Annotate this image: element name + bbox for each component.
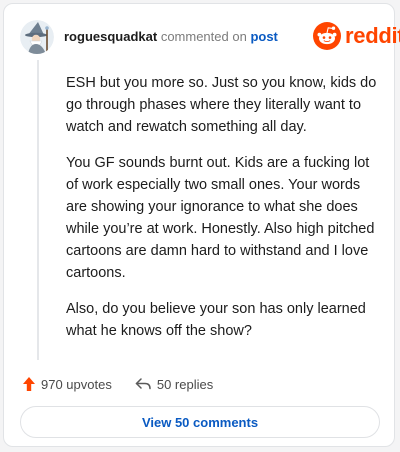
reply-count: 50 replies [156,376,214,392]
reddit-snoo-icon [313,22,341,50]
comment-header: roguesquadkat commented on post [64,29,278,44]
reddit-wordmark: reddit [345,23,400,48]
username-link[interactable]: roguesquadkat [64,29,157,44]
action-text: commented on [160,29,247,44]
upvote-arrow-icon [23,377,35,391]
reddit-logo[interactable]: reddit [313,21,400,51]
thread-line[interactable] [37,60,39,360]
replies-button[interactable]: 50 replies [134,376,213,392]
comment-footer: 970 upvotes 50 replies [22,373,213,395]
wizard-avatar-icon[interactable] [20,20,54,54]
post-link[interactable]: post [250,29,277,44]
comment-paragraph: You GF sounds burnt out. Kids are a fuck… [66,155,375,281]
upvote-count: 970 upvotes [41,376,112,392]
view-comments-button[interactable]: View 50 comments [20,406,380,438]
upvote-button[interactable]: 970 upvotes [22,376,112,392]
comment-paragraph: ESH but you more so. Just so you know, k… [66,75,377,135]
comment-card: roguesquadkat commented on post reddit E… [3,3,400,447]
comment-paragraph: Also, do you believe your son has only l… [66,301,366,339]
comment-body: ESH but you more so. Just so you know, k… [66,72,382,356]
reply-arrow-icon [135,378,151,390]
